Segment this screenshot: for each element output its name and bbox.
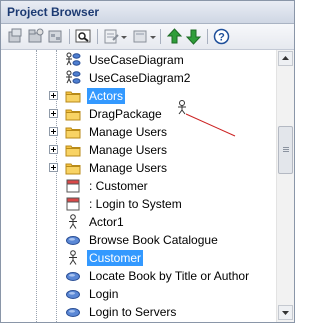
new-element-icon[interactable]: [132, 28, 149, 45]
object-icon: [65, 178, 81, 194]
new-element-icon[interactable]: [103, 28, 120, 45]
tree-item-label: : Customer: [89, 179, 148, 193]
usecase-icon: [65, 232, 81, 248]
expand-toggle[interactable]: [49, 109, 58, 118]
tree-item[interactable]: UseCaseDiagram: [1, 51, 276, 69]
usecase-icon: [65, 268, 81, 284]
vertical-scrollbar[interactable]: [276, 50, 294, 322]
svg-text:?: ?: [218, 32, 225, 44]
tree-item-label: Customer: [87, 250, 144, 266]
expand-toggle[interactable]: [49, 127, 58, 136]
title-bar[interactable]: Project Browser: [1, 1, 294, 24]
tree-item-label: Locate Book by Title or Author: [89, 269, 250, 283]
toolbar-separator: [97, 29, 98, 44]
scroll-up-button[interactable]: [278, 51, 293, 66]
dropdown-icon[interactable]: [149, 28, 157, 45]
tree-item-label: Browse Book Catalogue: [89, 233, 218, 247]
project-tree[interactable]: UseCaseDiagram UseCaseDiagram2 Actors DragP…: [1, 50, 276, 322]
tree-item-label: : Login to System: [89, 197, 182, 211]
object-icon: [65, 196, 81, 212]
expand-toggle[interactable]: [49, 145, 58, 154]
window-title: Project Browser: [7, 5, 100, 19]
expand-toggle[interactable]: [49, 163, 58, 172]
toolbar-separator: [160, 29, 161, 44]
tree-item-label: UseCaseDiagram2: [89, 71, 191, 85]
tree-item[interactable]: Login: [1, 285, 276, 303]
tree-item-label: DragPackage: [89, 107, 162, 121]
move-up-icon[interactable]: [166, 28, 183, 45]
tree-item-label: Actor1: [89, 215, 124, 229]
tree-item[interactable]: Customer: [1, 249, 276, 267]
usecase-icon: [65, 286, 81, 302]
toolbar-separator: [207, 29, 208, 44]
tree-item-label: Manage Users: [89, 161, 168, 175]
tree-item-label: Manage Users: [89, 125, 168, 139]
usecase-icon: [65, 304, 81, 320]
tree-item[interactable]: : Login to System: [1, 195, 276, 213]
tree-item[interactable]: Locate Book by Title or Author: [1, 267, 276, 285]
dropdown-icon[interactable]: [120, 28, 128, 45]
expand-toggle[interactable]: [49, 91, 58, 100]
actor-drag-icon: [178, 100, 236, 137]
tree-item[interactable]: UseCaseDiagram2: [1, 69, 276, 87]
actor-icon: [65, 250, 81, 266]
usecase-diagram-icon: [65, 52, 81, 68]
move-down-icon[interactable]: [185, 28, 202, 45]
folder-icon: [65, 142, 81, 158]
tree-item-label: Login to Servers: [89, 305, 177, 319]
tree-item[interactable]: Browse Book Catalogue: [1, 231, 276, 249]
tree-item[interactable]: Manage Users: [1, 141, 276, 159]
usecase-diagram-icon: [65, 70, 81, 86]
tree-item-label: Manage Users: [89, 143, 168, 157]
folder-icon: [65, 160, 81, 176]
tree-item-label: Actors: [87, 88, 126, 104]
tree-item[interactable]: Actor1: [1, 213, 276, 231]
help-icon[interactable]: ?: [213, 28, 230, 45]
folder-icon: [65, 124, 81, 140]
folder-icon: [65, 88, 81, 104]
add-package-icon[interactable]: [27, 28, 44, 45]
tree-item[interactable]: : Customer: [1, 177, 276, 195]
find-icon[interactable]: [75, 28, 92, 45]
tree-item-label: Login: [89, 287, 119, 301]
tree-item-label: UseCaseDiagram: [89, 53, 184, 67]
folder-icon: [65, 106, 81, 122]
toolbar: ?: [1, 24, 294, 50]
scroll-thumb[interactable]: [278, 126, 293, 174]
scroll-down-button[interactable]: [278, 305, 293, 320]
new-model-icon[interactable]: [7, 28, 24, 45]
tree-item[interactable]: Login to Servers: [1, 303, 276, 321]
add-diagram-icon[interactable]: [47, 28, 64, 45]
actor-icon: [65, 214, 81, 230]
toolbar-separator: [69, 29, 70, 44]
tree-item[interactable]: Manage Users: [1, 159, 276, 177]
project-browser-window: Project Browser ? UseCaseDiagram UseCase…: [0, 0, 295, 323]
